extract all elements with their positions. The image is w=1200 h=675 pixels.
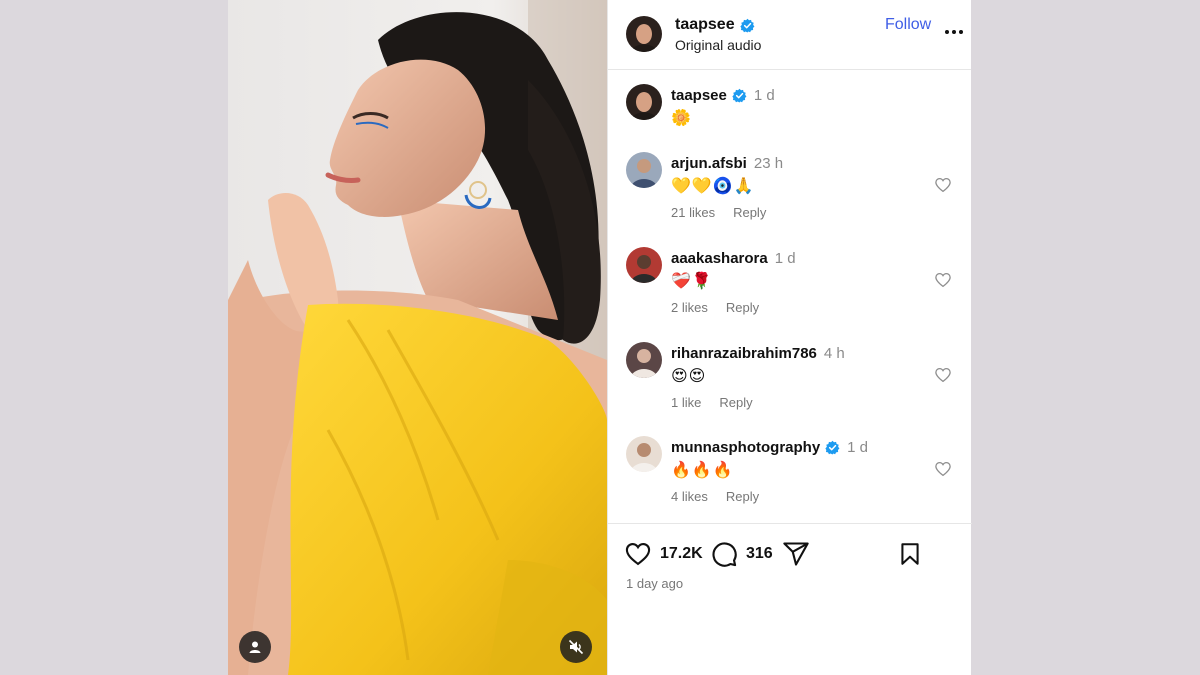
share-action[interactable] bbox=[782, 540, 810, 568]
heart-icon[interactable] bbox=[934, 176, 952, 194]
caption-time[interactable]: 1 d bbox=[754, 87, 775, 104]
comment-likes[interactable]: 2 likes bbox=[671, 300, 708, 315]
comment-meta: 2 likes Reply bbox=[671, 300, 759, 315]
user-tag-button[interactable] bbox=[239, 631, 271, 663]
comment-username[interactable]: munnasphotography bbox=[671, 439, 820, 456]
comment-time[interactable]: 1 d bbox=[775, 250, 796, 267]
reply-button[interactable]: Reply bbox=[719, 395, 752, 410]
post-header: taapsee Original audio Follow bbox=[608, 0, 971, 70]
comment-text: 😍😍 bbox=[671, 368, 707, 385]
heart-icon[interactable] bbox=[624, 540, 652, 568]
reply-button[interactable]: Reply bbox=[733, 205, 766, 220]
audio-label[interactable]: Original audio bbox=[675, 37, 761, 53]
comment-meta: 4 likes Reply bbox=[671, 489, 759, 504]
heart-icon[interactable] bbox=[934, 271, 952, 289]
author-username-row[interactable]: taapsee bbox=[675, 16, 755, 34]
comment-time[interactable]: 4 h bbox=[824, 345, 845, 362]
follow-button[interactable]: Follow bbox=[885, 16, 931, 34]
caption-text: 🌼 bbox=[671, 110, 692, 127]
comment-username[interactable]: arjun.afsbi bbox=[671, 155, 747, 172]
post-actions: 17.2K 316 1 day ago bbox=[608, 523, 972, 675]
comment-text: 💛💛🧿🙏 bbox=[671, 178, 755, 195]
post-media[interactable] bbox=[228, 0, 607, 675]
reply-button[interactable]: Reply bbox=[726, 300, 759, 315]
comments-count[interactable]: 316 bbox=[746, 545, 773, 563]
commenter-avatar[interactable] bbox=[626, 152, 662, 188]
user-tag-icon bbox=[249, 641, 261, 653]
comment-header: rihanrazaibrahim786 4 h bbox=[671, 345, 845, 362]
verified-badge-icon bbox=[732, 88, 747, 103]
comment-header: munnasphotography 1 d bbox=[671, 439, 868, 456]
caption-username[interactable]: taapsee bbox=[671, 87, 727, 104]
share-icon[interactable] bbox=[782, 540, 810, 568]
comment-time[interactable]: 23 h bbox=[754, 155, 783, 172]
comment-likes[interactable]: 21 likes bbox=[671, 205, 715, 220]
save-action[interactable] bbox=[897, 540, 923, 568]
reply-button[interactable]: Reply bbox=[726, 489, 759, 504]
heart-icon[interactable] bbox=[934, 366, 952, 384]
post-dialog: taapsee Original audio Follow taapsee 1 … bbox=[228, 0, 972, 675]
commenter-avatar[interactable] bbox=[626, 436, 662, 472]
verified-badge-icon bbox=[825, 440, 840, 455]
comment-action[interactable]: 316 bbox=[710, 540, 773, 568]
heart-icon[interactable] bbox=[934, 460, 952, 478]
comment-text: 🔥🔥🔥 bbox=[671, 462, 734, 479]
bookmark-icon[interactable] bbox=[897, 540, 923, 568]
mute-button[interactable] bbox=[560, 631, 592, 663]
comment-meta: 21 likes Reply bbox=[671, 205, 766, 220]
comment-likes[interactable]: 4 likes bbox=[671, 489, 708, 504]
verified-badge-icon bbox=[739, 18, 755, 32]
caption-avatar[interactable] bbox=[626, 84, 662, 120]
author-avatar[interactable] bbox=[626, 16, 662, 52]
comment-username[interactable]: rihanrazaibrahim786 bbox=[671, 345, 817, 362]
commenter-avatar[interactable] bbox=[626, 247, 662, 283]
comment-icon[interactable] bbox=[710, 540, 738, 568]
comment-time[interactable]: 1 d bbox=[847, 439, 868, 456]
comment-likes[interactable]: 1 like bbox=[671, 395, 701, 410]
more-options-icon[interactable] bbox=[945, 30, 963, 34]
post-photo bbox=[228, 0, 607, 675]
like-action[interactable]: 17.2K bbox=[624, 540, 703, 568]
comment-username[interactable]: aaakasharora bbox=[671, 250, 768, 267]
likes-count[interactable]: 17.2K bbox=[660, 545, 703, 563]
comment-header: arjun.afsbi 23 h bbox=[671, 155, 783, 172]
commenter-avatar[interactable] bbox=[626, 342, 662, 378]
post-side-panel: taapsee Original audio Follow taapsee 1 … bbox=[607, 0, 972, 675]
comment-text: ❤️‍🩹🌹 bbox=[671, 273, 713, 290]
comment-meta: 1 like Reply bbox=[671, 395, 753, 410]
post-timestamp[interactable]: 1 day ago bbox=[626, 576, 683, 591]
author-username[interactable]: taapsee bbox=[675, 16, 735, 34]
muted-icon bbox=[568, 639, 584, 655]
comment-header: aaakasharora 1 d bbox=[671, 250, 796, 267]
caption-header: taapsee 1 d bbox=[671, 87, 775, 104]
